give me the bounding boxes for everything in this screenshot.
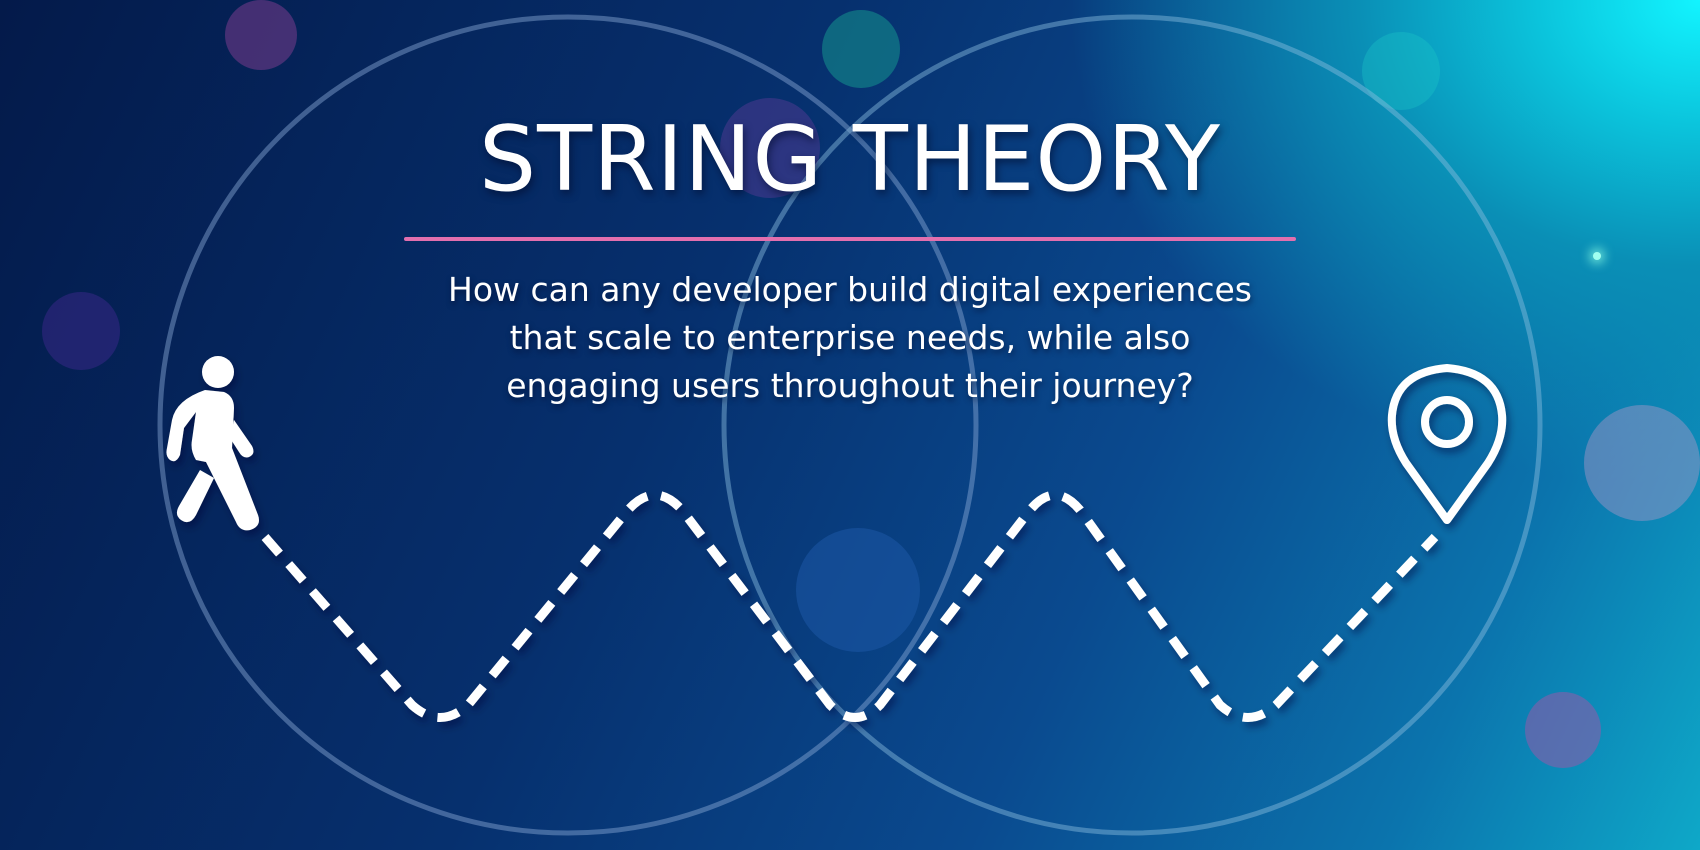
subtitle-line: engaging users throughout their journey?: [506, 366, 1194, 405]
subtitle: How can any developer build digital expe…: [400, 266, 1300, 410]
subtitle-line: that scale to enterprise needs, while al…: [509, 318, 1191, 357]
title-underline: [404, 237, 1296, 241]
walking-person-icon: [166, 356, 259, 531]
page-title: STRING THEORY: [479, 107, 1221, 212]
journey-path: [261, 490, 1439, 722]
subtitle-line: How can any developer build digital expe…: [448, 270, 1252, 309]
map-pin-icon: [1387, 364, 1507, 524]
